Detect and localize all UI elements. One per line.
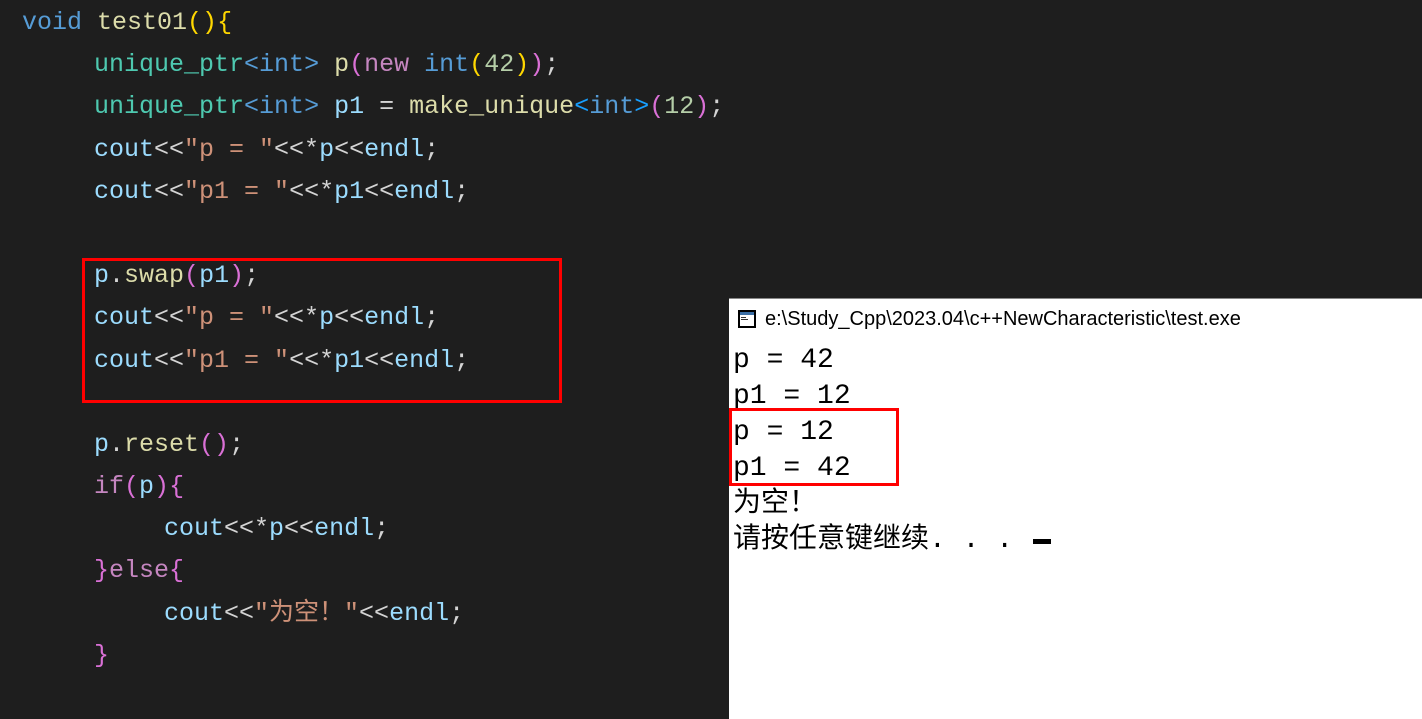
code-line: void test01(){ bbox=[0, 2, 1422, 44]
keyword-void: void bbox=[22, 8, 82, 37]
terminal-output-line: p = 42 bbox=[733, 343, 1422, 379]
code-line: p.swap(p1); bbox=[0, 255, 1422, 297]
terminal-output-line: p1 = 12 bbox=[733, 379, 1422, 415]
code-line: cout<<"p1 = "<<*p1<<endl; bbox=[0, 171, 1422, 213]
function-name: test01 bbox=[97, 8, 187, 37]
terminal-output-line: 为空！ bbox=[733, 487, 1422, 523]
terminal-window[interactable]: e:\Study_Cpp\2023.04\c++NewCharacteristi… bbox=[729, 298, 1422, 719]
code-line: unique_ptr<int> p(new int(42)); bbox=[0, 44, 1422, 86]
terminal-titlebar[interactable]: e:\Study_Cpp\2023.04\c++NewCharacteristi… bbox=[729, 299, 1422, 339]
terminal-title: e:\Study_Cpp\2023.04\c++NewCharacteristi… bbox=[765, 308, 1241, 331]
terminal-output-line: p1 = 42 bbox=[733, 451, 1422, 487]
terminal-icon bbox=[737, 309, 757, 329]
terminal-cursor bbox=[1033, 539, 1051, 544]
terminal-body: p = 42 p1 = 12 p = 12 p1 = 42 为空！ 请按任意键继… bbox=[729, 339, 1422, 559]
code-line: cout<<"p = "<<*p<<endl; bbox=[0, 129, 1422, 171]
terminal-output-line: 请按任意键继续. . . bbox=[733, 523, 1422, 559]
code-line-empty bbox=[0, 213, 1422, 255]
code-line: unique_ptr<int> p1 = make_unique<int>(12… bbox=[0, 86, 1422, 128]
terminal-output-line: p = 12 bbox=[733, 415, 1422, 451]
type-name: unique_ptr bbox=[94, 50, 244, 79]
